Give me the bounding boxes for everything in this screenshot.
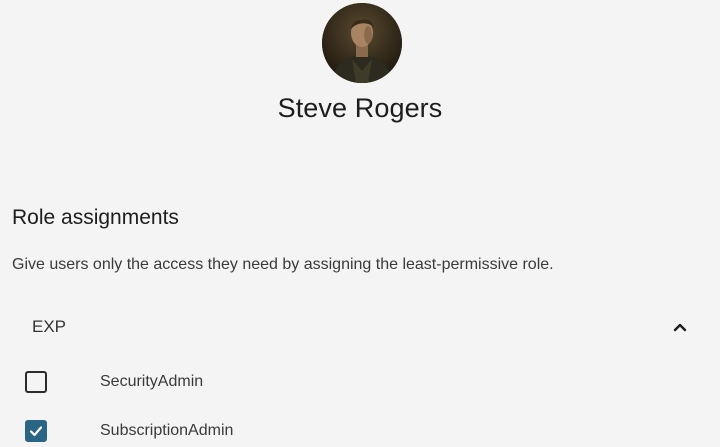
collapse-group-button[interactable]	[664, 311, 696, 343]
avatar	[322, 3, 402, 83]
role-label: SubscriptionAdmin	[100, 422, 234, 439]
role-group-name: EXP	[32, 317, 67, 336]
chevron-up-icon	[673, 323, 687, 332]
user-name: Steve Rogers	[277, 93, 443, 123]
role-checkbox-subscriptionadmin[interactable]	[25, 420, 47, 442]
role-row-subscriptionadmin[interactable]: SubscriptionAdmin	[0, 413, 720, 447]
role-checkbox-securityadmin[interactable]	[25, 371, 47, 393]
user-role-panel: Steve Rogers Role assignments Give users…	[0, 0, 720, 447]
section-title: Role assignments	[12, 206, 179, 229]
section-description: Give users only the access they need by …	[12, 256, 554, 273]
role-group-header[interactable]: EXP	[0, 305, 720, 349]
checkmark-icon	[29, 426, 43, 437]
role-label: SecurityAdmin	[100, 373, 204, 390]
role-row-securityadmin[interactable]: SecurityAdmin	[0, 364, 720, 400]
user-photo	[322, 3, 402, 83]
